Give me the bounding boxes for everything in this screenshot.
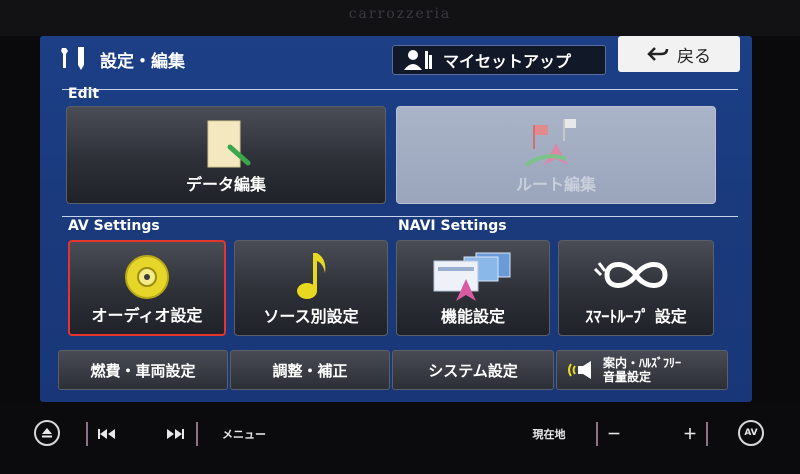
hw-separator xyxy=(596,422,598,446)
skip-forward-icon xyxy=(167,429,184,439)
data-edit-button[interactable]: データ編集 xyxy=(66,106,386,204)
document-pen-icon xyxy=(207,120,251,168)
menu-hw-label: メニュー xyxy=(222,428,266,441)
device-bezel-top: carrozzeria xyxy=(0,0,800,36)
volume-up-button[interactable]: ＋ xyxy=(680,420,700,448)
guide-volume-text: 案内・ﾊﾙｽﾞﾌﾘｰ 音量設定 xyxy=(603,356,681,384)
source-settings-button[interactable]: ソース別設定 xyxy=(234,240,388,336)
navi-screens-icon xyxy=(433,252,511,301)
my-setup-button[interactable]: マイセットアップ xyxy=(392,45,606,75)
route-flag-icon xyxy=(524,119,576,167)
next-track-button[interactable] xyxy=(160,420,190,448)
section-av-label: AV Settings xyxy=(68,218,160,234)
settings-screen: 設定・編集 マイセットアップ 戻る Edit データ編集 ルート編集 AV Se… xyxy=(40,36,752,402)
system-settings-label: システム設定 xyxy=(428,361,518,380)
page-title: 設定・編集 xyxy=(100,52,185,72)
system-settings-button[interactable]: システム設定 xyxy=(392,350,554,390)
current-location-label: 現在地 xyxy=(532,428,566,441)
av-label: AV xyxy=(744,428,758,438)
previous-track-button[interactable] xyxy=(92,420,122,448)
source-settings-label: ソース別設定 xyxy=(263,307,359,326)
adjust-correct-button[interactable]: 調整・補正 xyxy=(230,350,390,390)
my-setup-icon xyxy=(404,50,432,70)
back-arrow-icon xyxy=(647,47,669,61)
hw-separator xyxy=(86,422,88,446)
music-note-icon xyxy=(297,253,326,299)
section-navi-label: NAVI Settings xyxy=(398,218,507,234)
guide-volume-line2: 音量設定 xyxy=(603,370,652,384)
function-settings-label: 機能設定 xyxy=(440,307,505,326)
volume-up-label: ＋ xyxy=(683,427,697,443)
fuel-vehicle-label: 燃費・車両設定 xyxy=(90,361,196,380)
eject-icon xyxy=(42,428,52,438)
av-button[interactable]: AV xyxy=(738,420,764,446)
settings-divider xyxy=(62,216,738,217)
disc-icon xyxy=(125,255,169,299)
brand-logo: carrozzeria xyxy=(348,6,452,22)
back-button[interactable]: 戻る xyxy=(618,36,740,72)
hw-separator xyxy=(706,422,708,446)
my-setup-label: マイセットアップ xyxy=(443,52,572,71)
skip-back-icon xyxy=(98,429,115,439)
smart-loop-icon xyxy=(593,262,668,288)
adjust-correct-label: 調整・補正 xyxy=(272,361,348,380)
wrench-pencil-icon xyxy=(58,44,96,72)
volume-down-button[interactable]: － xyxy=(604,420,624,448)
function-settings-button[interactable]: 機能設定 xyxy=(396,240,550,336)
volume-down-label: － xyxy=(607,427,621,443)
smart-loop-settings-label: ｽﾏｰﾄﾙｰﾌﾟ 設定 xyxy=(585,307,687,326)
fuel-vehicle-settings-button[interactable]: 燃費・車両設定 xyxy=(58,350,228,390)
audio-settings-button[interactable]: オーディオ設定 xyxy=(68,240,226,336)
speaker-volume-icon xyxy=(568,361,591,379)
route-edit-button[interactable]: ルート編集 xyxy=(396,106,716,204)
guide-volume-settings-button[interactable]: 案内・ﾊﾙｽﾞﾌﾘｰ 音量設定 xyxy=(556,350,728,390)
guide-volume-line1: 案内・ﾊﾙｽﾞﾌﾘｰ xyxy=(603,356,682,370)
hw-separator xyxy=(196,422,198,446)
audio-settings-label: オーディオ設定 xyxy=(91,306,203,325)
section-edit-label: Edit xyxy=(68,86,100,102)
current-location-hw-button[interactable]: 現在地 xyxy=(524,420,574,448)
eject-button[interactable] xyxy=(34,420,60,446)
smart-loop-settings-button[interactable]: ｽﾏｰﾄﾙｰﾌﾟ 設定 xyxy=(558,240,714,336)
route-edit-label: ルート編集 xyxy=(515,175,596,194)
data-edit-label: データ編集 xyxy=(185,175,266,194)
back-label: 戻る xyxy=(677,46,711,67)
edit-divider xyxy=(62,89,738,90)
menu-hw-button[interactable]: メニュー xyxy=(216,420,272,448)
